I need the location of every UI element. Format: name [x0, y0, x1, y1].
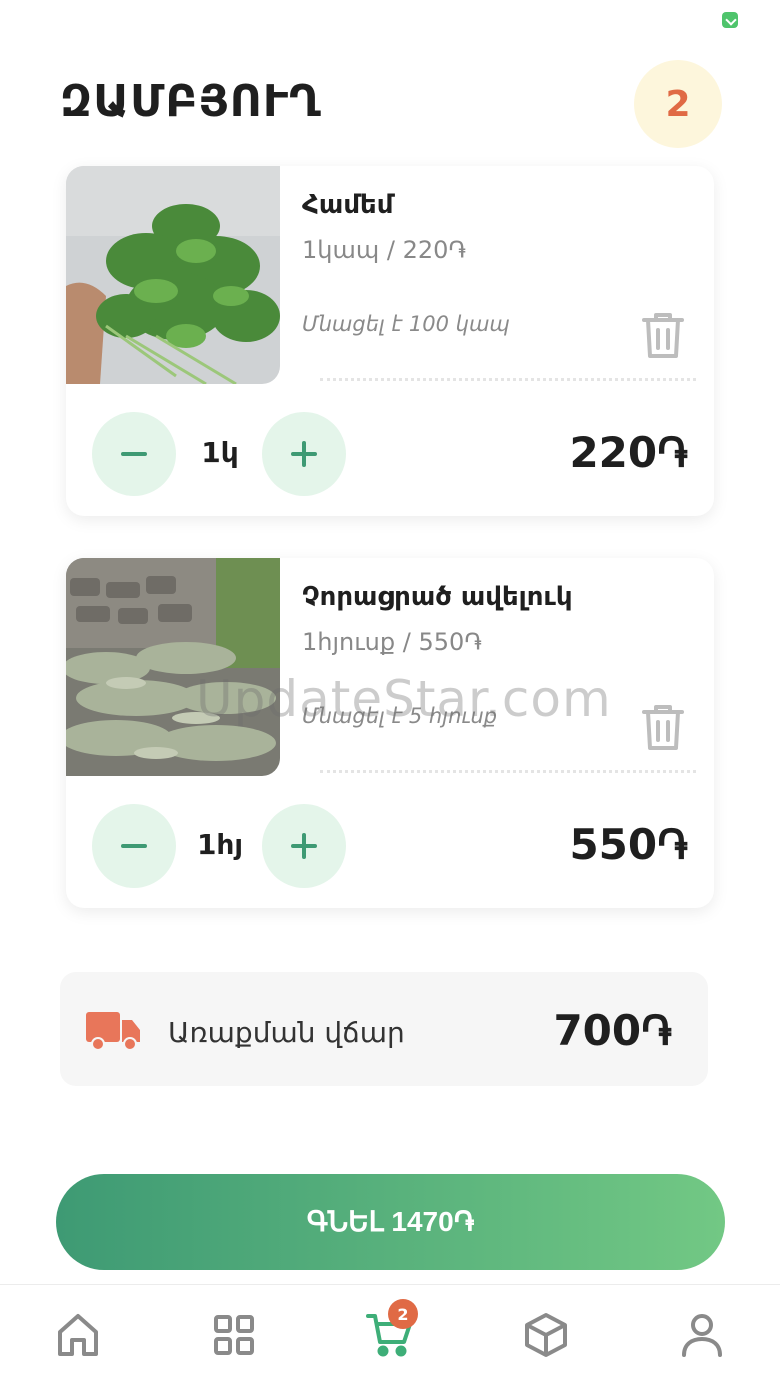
page-title: ԶԱՄԲՅՈՒՂ: [60, 76, 322, 127]
nav-home[interactable]: [50, 1309, 106, 1361]
divider: [320, 378, 696, 381]
cart-badge: 2: [388, 1299, 418, 1329]
product-name: Չորացրած ավելուկ: [302, 582, 573, 612]
product-unit-price: 1հյուսք / 550֏: [302, 628, 482, 656]
line-total: 220֏: [569, 428, 688, 477]
buy-button[interactable]: ԳՆԵԼ 1470֏: [56, 1174, 725, 1270]
plus-icon: [291, 833, 317, 859]
delivery-fee-row: Առաքման վճար 700֏: [60, 972, 708, 1086]
truck-icon: [86, 1008, 142, 1052]
product-unit-price: 1կապ / 220֏: [302, 236, 467, 264]
product-stock: Մնացել է 100 կապ: [302, 312, 510, 336]
decrease-quantity-button[interactable]: [92, 804, 176, 888]
cart-item-card: Չորացրած ավելուկ 1հյուսք / 550֏ Մնացել է…: [66, 558, 714, 908]
divider: [320, 770, 696, 773]
watermark: UpdateStar.com: [196, 670, 612, 728]
box-icon: [525, 1313, 567, 1357]
quantity-value: 1հյ: [196, 828, 244, 861]
user-icon: [682, 1314, 722, 1357]
decrease-quantity-button[interactable]: [92, 412, 176, 496]
increase-quantity-button[interactable]: [262, 412, 346, 496]
cart-item-card: Համեմ 1կապ / 220֏ Մնացել է 100 կապ 1կ 22…: [66, 166, 714, 516]
cart-count-badge: 2: [634, 60, 722, 148]
delivery-fee-label: Առաքման վճար: [168, 1016, 405, 1049]
trash-icon[interactable]: [640, 702, 686, 752]
line-total: 550֏: [569, 820, 688, 869]
bottom-navigation: 2: [0, 1284, 780, 1387]
delivery-fee-price: 700֏: [553, 1006, 672, 1055]
trash-icon[interactable]: [640, 310, 686, 360]
plus-icon: [291, 441, 317, 467]
product-name: Համեմ: [302, 190, 394, 220]
quantity-value: 1կ: [201, 436, 239, 469]
nav-orders[interactable]: [518, 1309, 574, 1361]
grid-icon: [214, 1315, 254, 1355]
home-icon: [58, 1314, 98, 1356]
increase-quantity-button[interactable]: [262, 804, 346, 888]
minus-icon: [121, 844, 147, 848]
minus-icon: [121, 452, 147, 456]
product-image: [66, 166, 280, 384]
battery-icon: [722, 12, 738, 28]
product-image: [66, 558, 280, 776]
nav-profile[interactable]: [674, 1309, 730, 1361]
nav-cart[interactable]: 2: [362, 1299, 418, 1361]
nav-categories[interactable]: [206, 1309, 262, 1361]
